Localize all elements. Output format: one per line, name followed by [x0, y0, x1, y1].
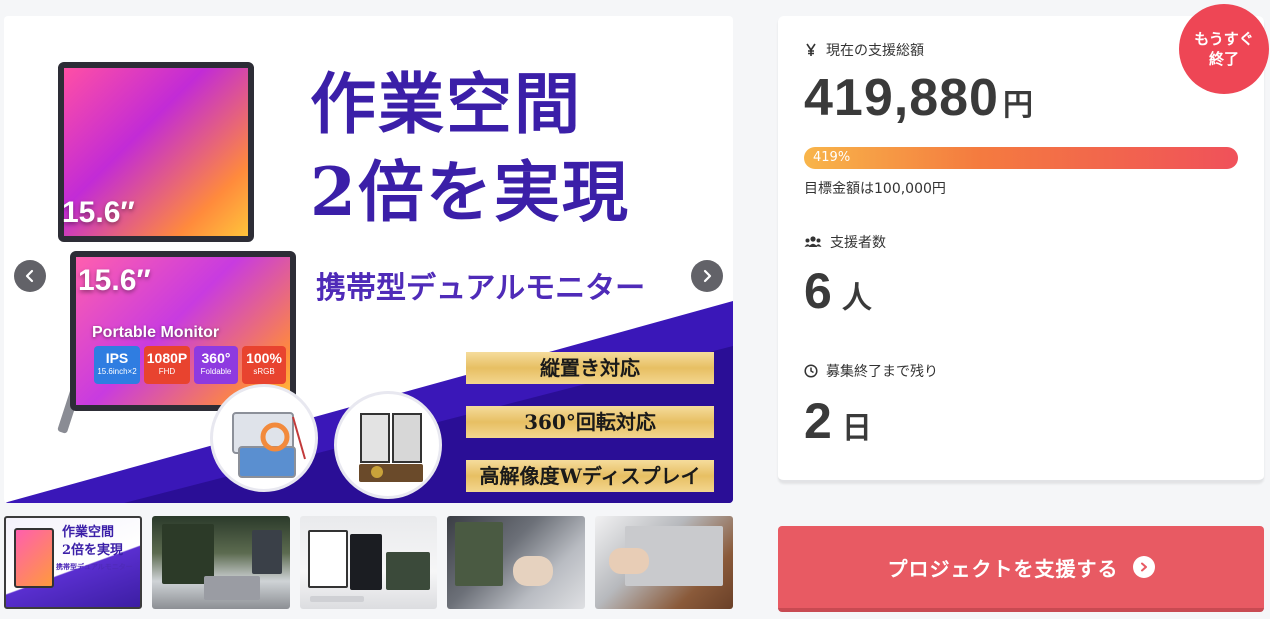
- thumbnail-2[interactable]: [151, 516, 290, 609]
- support-project-button[interactable]: プロジェクトを支援する: [778, 526, 1264, 612]
- bottom-screen-size: 15.6″: [78, 264, 151, 297]
- goal-amount: 目標金額は100,000円: [804, 181, 946, 197]
- gallery-subheadline: 携帯型デュアルモニター: [316, 271, 646, 306]
- thumbnail-4[interactable]: [447, 516, 586, 609]
- support-button-label: プロジェクトを支援する: [887, 556, 1119, 581]
- funding-stats-panel: 現在の支援総額 419,880 円 419% 目標金額は100,000円 支援者数…: [778, 16, 1264, 482]
- top-screen-size: 15.6″: [62, 196, 135, 229]
- backers-unit: 人: [841, 282, 872, 315]
- headline-line-2: 2倍を実現: [310, 153, 630, 231]
- amount-label-row: 現在の支援総額: [804, 40, 924, 60]
- feature-badge-vertical: 縦置き対応: [466, 352, 714, 384]
- spec-ips: IPS 15.6inch×2: [94, 346, 140, 384]
- funding-amount-unit: 円: [1002, 89, 1034, 122]
- thumbnail-5[interactable]: [595, 516, 733, 609]
- thumbnail-3-portrait-screen: [307, 530, 348, 588]
- funding-amount: 419,880 円: [804, 68, 1034, 128]
- thumbnail-1-title-line-1: 作業空間: [62, 525, 115, 540]
- chevron-left-icon: [25, 269, 34, 283]
- remaining-value: 2: [804, 393, 832, 449]
- thumbnail-3-keyboard: [309, 596, 364, 602]
- thumbnail-4-hand: [513, 556, 554, 586]
- chevron-right-icon: [703, 269, 712, 283]
- backers-label-row: 支援者数: [804, 232, 886, 252]
- headline-line-1: 作業空間: [310, 65, 582, 143]
- thumbnail-strip: 作業空間 2倍を実現 携帯型デュアルモニター: [4, 516, 733, 609]
- ending-soon-line-2: 終了: [1208, 50, 1239, 68]
- thumbnail-3-landscape-screen: [385, 552, 430, 590]
- progress-percent: 419%: [813, 150, 851, 165]
- thumbnail-4-screen: [455, 522, 504, 586]
- remaining-label: 募集終了まで残り: [826, 364, 938, 380]
- thumbnail-5-hand: [609, 548, 650, 574]
- thumbnail-2-laptop: [203, 576, 260, 600]
- ending-soon-line-1: もうすぐ: [1194, 30, 1254, 48]
- remaining-unit: 日: [841, 412, 872, 445]
- project-image-gallery[interactable]: 15.6″ 15.6″ Portable Monitor IPS 15.6inch…: [4, 16, 733, 503]
- spec-rotation: 360° Foldable: [194, 346, 238, 384]
- portable-monitor-label: Portable Monitor: [92, 324, 220, 341]
- thumbnail-1-subtitle: 携帯型デュアルモニター: [56, 562, 133, 571]
- gallery-headline: 作業空間 2倍を実現: [310, 60, 710, 236]
- funding-progress-bar: 419%: [804, 147, 1238, 169]
- thumbnail-1[interactable]: 作業空間 2倍を実現 携帯型デュアルモニター: [4, 516, 142, 609]
- amount-label: 現在の支援総額: [826, 43, 924, 59]
- dual-monitor-illustration: 15.6″ 15.6″ Portable Monitor IPS 15.6inch…: [52, 56, 302, 434]
- feature-badge-resolution: 高解像度Wディスプレイ: [466, 460, 714, 492]
- thumbnail-2-second-screen: [251, 530, 282, 574]
- backers-count: 6人: [804, 262, 872, 320]
- backers-value: 6: [804, 263, 832, 319]
- spec-color: 100% sRGB: [242, 346, 286, 384]
- backers-label: 支援者数: [830, 235, 886, 251]
- thumbnail-2-screen: [161, 524, 214, 584]
- ending-soon-badge: もうすぐ 終了: [1179, 4, 1269, 94]
- arrow-right-circle-icon: [1132, 556, 1155, 578]
- yen-icon: [806, 43, 816, 56]
- thumbnail-3[interactable]: [299, 516, 438, 609]
- thumbnail-monitor-image: [14, 528, 54, 588]
- people-icon: [804, 236, 822, 247]
- thumbnail-1-title: 作業空間 2倍を実現: [62, 524, 123, 560]
- gallery-next-button[interactable]: [691, 260, 723, 292]
- clock-icon: [804, 364, 818, 378]
- funding-amount-value: 419,880: [804, 69, 999, 127]
- gallery-prev-button[interactable]: [14, 260, 46, 292]
- remaining-label-row: 募集終了まで残り: [804, 361, 938, 381]
- remaining-days: 2日: [804, 392, 872, 450]
- portrait-circle-image: [334, 391, 442, 499]
- thumbnail-1-title-line-2: 2倍を実現: [62, 543, 124, 558]
- spec-resolution: 1080P FHD: [144, 346, 190, 384]
- laptop-circle-image: [210, 384, 318, 492]
- feature-badge-rotation: 360°回転対応: [466, 406, 714, 438]
- thumbnail-3-dark-screen: [349, 534, 382, 590]
